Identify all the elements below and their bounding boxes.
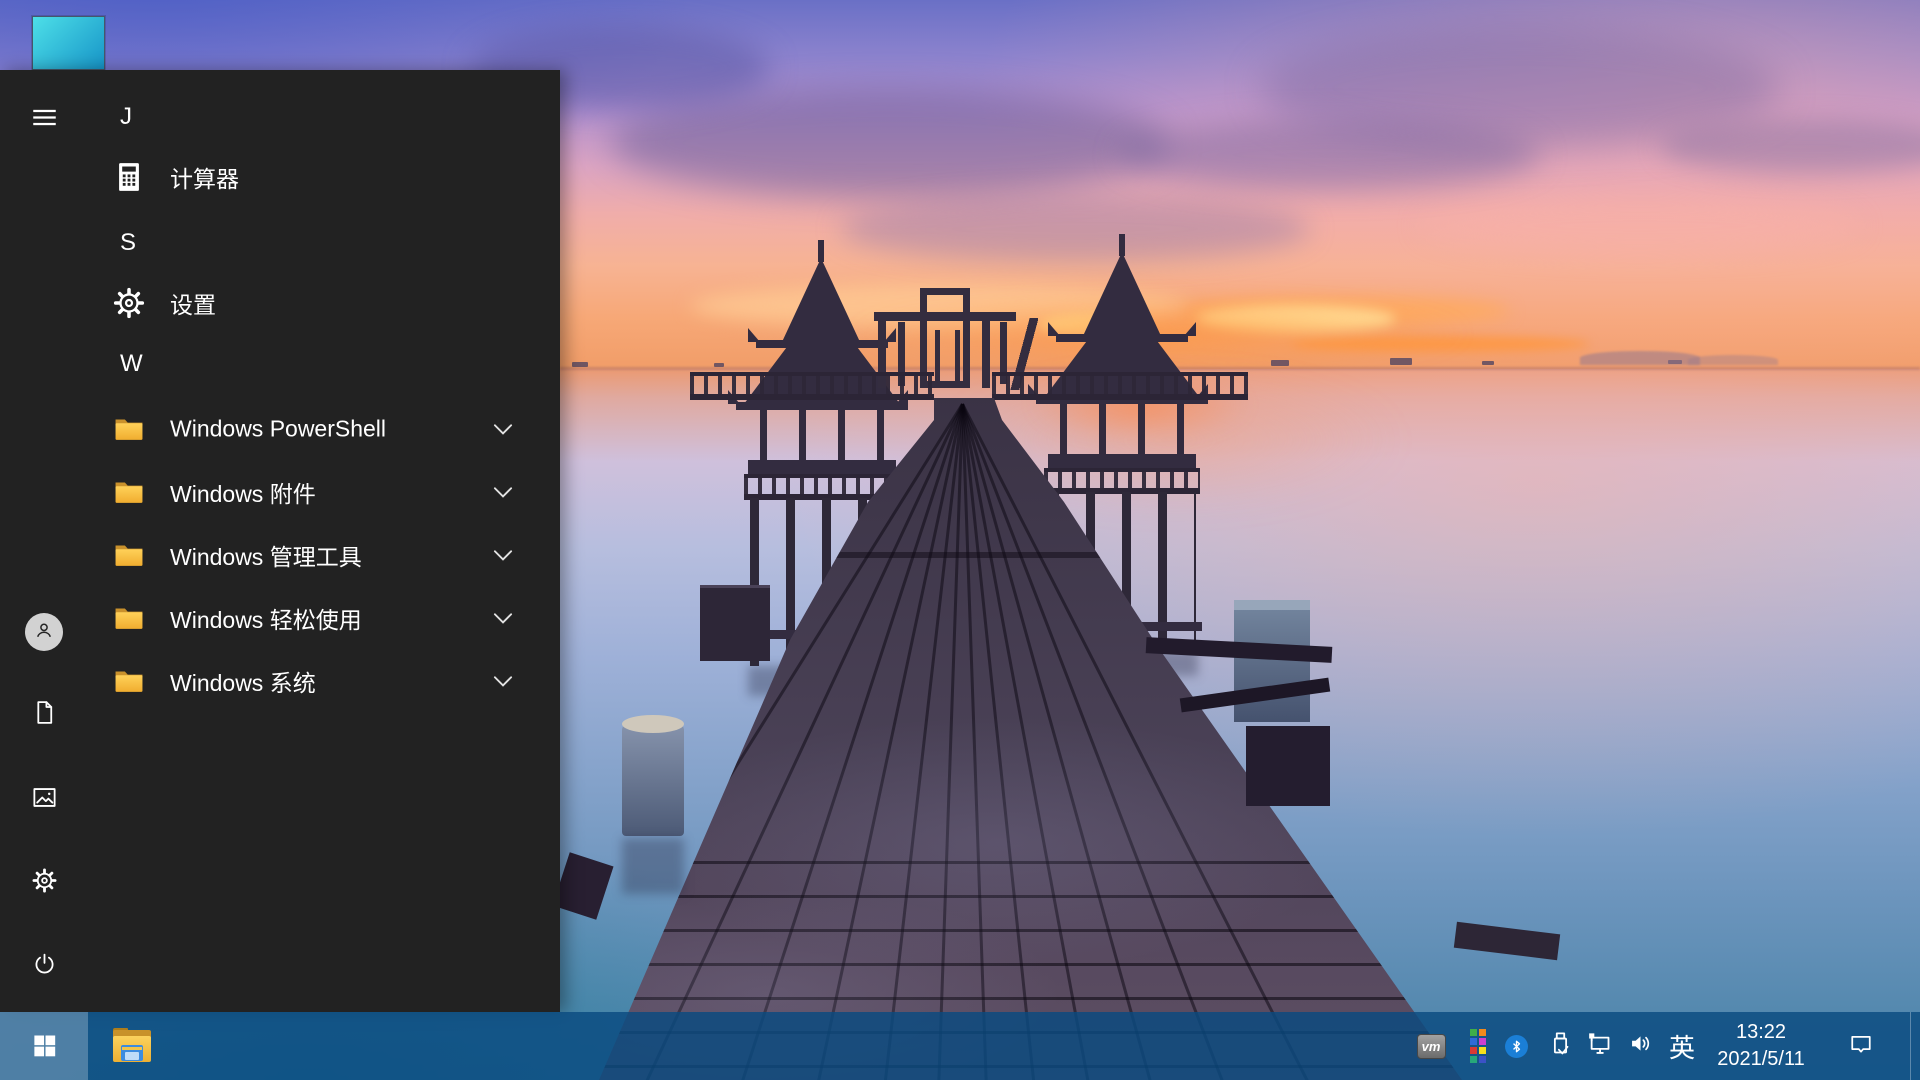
start-menu-item-settings[interactable]: 设置 (0, 271, 548, 334)
tray-color-grid-button[interactable] (1459, 1012, 1497, 1080)
start-menu-item-windows-accessories[interactable]: Windows 附件 (0, 460, 548, 523)
volume-icon (1627, 1030, 1654, 1062)
wallpaper-shape (1044, 468, 1200, 494)
chevron-down-icon[interactable] (488, 414, 518, 444)
wallpaper-shape (840, 196, 1310, 262)
bluetooth-icon (1505, 1035, 1528, 1058)
start-menu: J 计算器 S 设置 W Windows PowerShell Windows 附件 Wind… (0, 70, 560, 1012)
pier-railing-left (690, 372, 934, 400)
pier-post-cylinder (622, 724, 684, 836)
chevron-down-icon[interactable] (488, 603, 518, 633)
vmware-label: vm (1422, 1039, 1441, 1054)
color-grid-icon (1470, 1029, 1486, 1063)
app-item-label: 计算器 (170, 160, 239, 194)
wallpaper-shape (572, 362, 588, 367)
taskbar: 英 13:22 2021/5/11 vm (0, 1012, 1920, 1080)
chevron-down-icon[interactable] (488, 540, 518, 570)
app-section-header-W[interactable]: W (42, 339, 462, 389)
gear-icon (31, 867, 58, 899)
windows-logo-icon (31, 1031, 58, 1061)
action-center-button[interactable] (1840, 1012, 1882, 1080)
pier-bollard (700, 585, 770, 661)
tray-bluetooth-button[interactable] (1497, 1012, 1535, 1080)
start-menu-item-calculator[interactable]: 计算器 (0, 145, 548, 208)
wallpaper-shape (1048, 454, 1196, 468)
chevron-down-icon[interactable] (488, 477, 518, 507)
wallpaper-shape (748, 460, 896, 474)
wallpaper-shape (1420, 196, 1860, 256)
tray-vmware-button[interactable]: vm (1412, 1012, 1450, 1080)
action-center-icon (1847, 1031, 1875, 1062)
wallpaper-shape (560, 367, 1920, 370)
desktop: J 计算器 S 设置 W Windows PowerShell Windows 附件 Wind… (0, 0, 1920, 1080)
pictures-icon (31, 784, 58, 816)
desktop-shortcut-icon[interactable] (32, 16, 105, 70)
app-item-label: Windows PowerShell (170, 415, 386, 442)
section-letter: J (42, 103, 132, 131)
start-menu-item-windows-admin-tools[interactable]: Windows 管理工具 (0, 523, 548, 586)
show-desktop-button[interactable] (1910, 1012, 1920, 1080)
calculator-icon (112, 157, 146, 197)
section-letter: S (42, 229, 136, 257)
ime-language-indicator[interactable]: 英 (1660, 1012, 1704, 1080)
folder-icon (112, 409, 146, 449)
wallpaper-shape (935, 330, 940, 388)
clock-time: 13:22 (1702, 1019, 1820, 1046)
taskbar-clock[interactable]: 13:22 2021/5/11 (1702, 1019, 1820, 1073)
network-icon (1586, 1030, 1613, 1062)
app-item-label: Windows 管理工具 (170, 538, 362, 572)
clock-date: 2021/5/11 (1702, 1046, 1820, 1073)
wallpaper-shape (1390, 358, 1412, 365)
start-menu-item-windows-system[interactable]: Windows 系统 (0, 649, 548, 712)
sidebar-item-settings[interactable] (20, 859, 68, 907)
wallpaper-shape (982, 318, 990, 388)
folder-icon (112, 661, 146, 701)
usb-device-icon (1547, 1030, 1574, 1062)
chevron-down-icon[interactable] (488, 666, 518, 696)
power-icon (31, 951, 58, 983)
wallpaper-shape (760, 410, 884, 462)
wallpaper-shape (874, 312, 1016, 321)
tray-network-button[interactable] (1580, 1012, 1618, 1080)
folder-icon (112, 535, 146, 575)
tray-volume-button[interactable] (1621, 1012, 1659, 1080)
wallpaper-shape (756, 340, 888, 348)
section-letter: W (42, 350, 143, 378)
app-item-label: Windows 轻松使用 (170, 601, 362, 635)
app-item-label: Windows 系统 (170, 664, 316, 698)
wallpaper-shape (1120, 120, 1540, 190)
pier-railing-right (992, 372, 1248, 400)
wallpaper-shape (622, 838, 684, 894)
wallpaper-shape (1271, 360, 1289, 366)
app-item-label: Windows 附件 (170, 475, 316, 509)
wallpaper-shape (955, 330, 960, 388)
start-menu-item-windows-powershell[interactable]: Windows PowerShell (0, 397, 548, 460)
folder-icon (112, 598, 146, 638)
file-explorer-icon (111, 1028, 153, 1064)
wallpaper-shape (1688, 355, 1778, 365)
wallpaper-shape (1060, 404, 1184, 456)
wallpaper-shape (1580, 351, 1700, 365)
wallpaper-shape (1246, 726, 1330, 806)
app-item-label: 设置 (170, 286, 216, 320)
wallpaper-shape (714, 363, 724, 367)
taskbar-file-explorer-button[interactable] (88, 1012, 176, 1080)
folder-icon (112, 472, 146, 512)
wallpaper-shape (1056, 334, 1188, 342)
start-menu-item-windows-ease-of-access[interactable]: Windows 轻松使用 (0, 586, 548, 649)
app-section-header-S[interactable]: S (42, 218, 462, 268)
vmware-icon: vm (1417, 1034, 1446, 1059)
sidebar-item-pictures[interactable] (20, 776, 68, 824)
start-button[interactable] (0, 1012, 88, 1080)
sidebar-item-power[interactable] (20, 943, 68, 991)
wallpaper-shape (1482, 361, 1494, 365)
wallpaper-shape (736, 402, 908, 410)
gear-icon (112, 283, 146, 323)
app-section-header-J[interactable]: J (42, 92, 462, 142)
tray-usb-device-button[interactable] (1541, 1012, 1579, 1080)
